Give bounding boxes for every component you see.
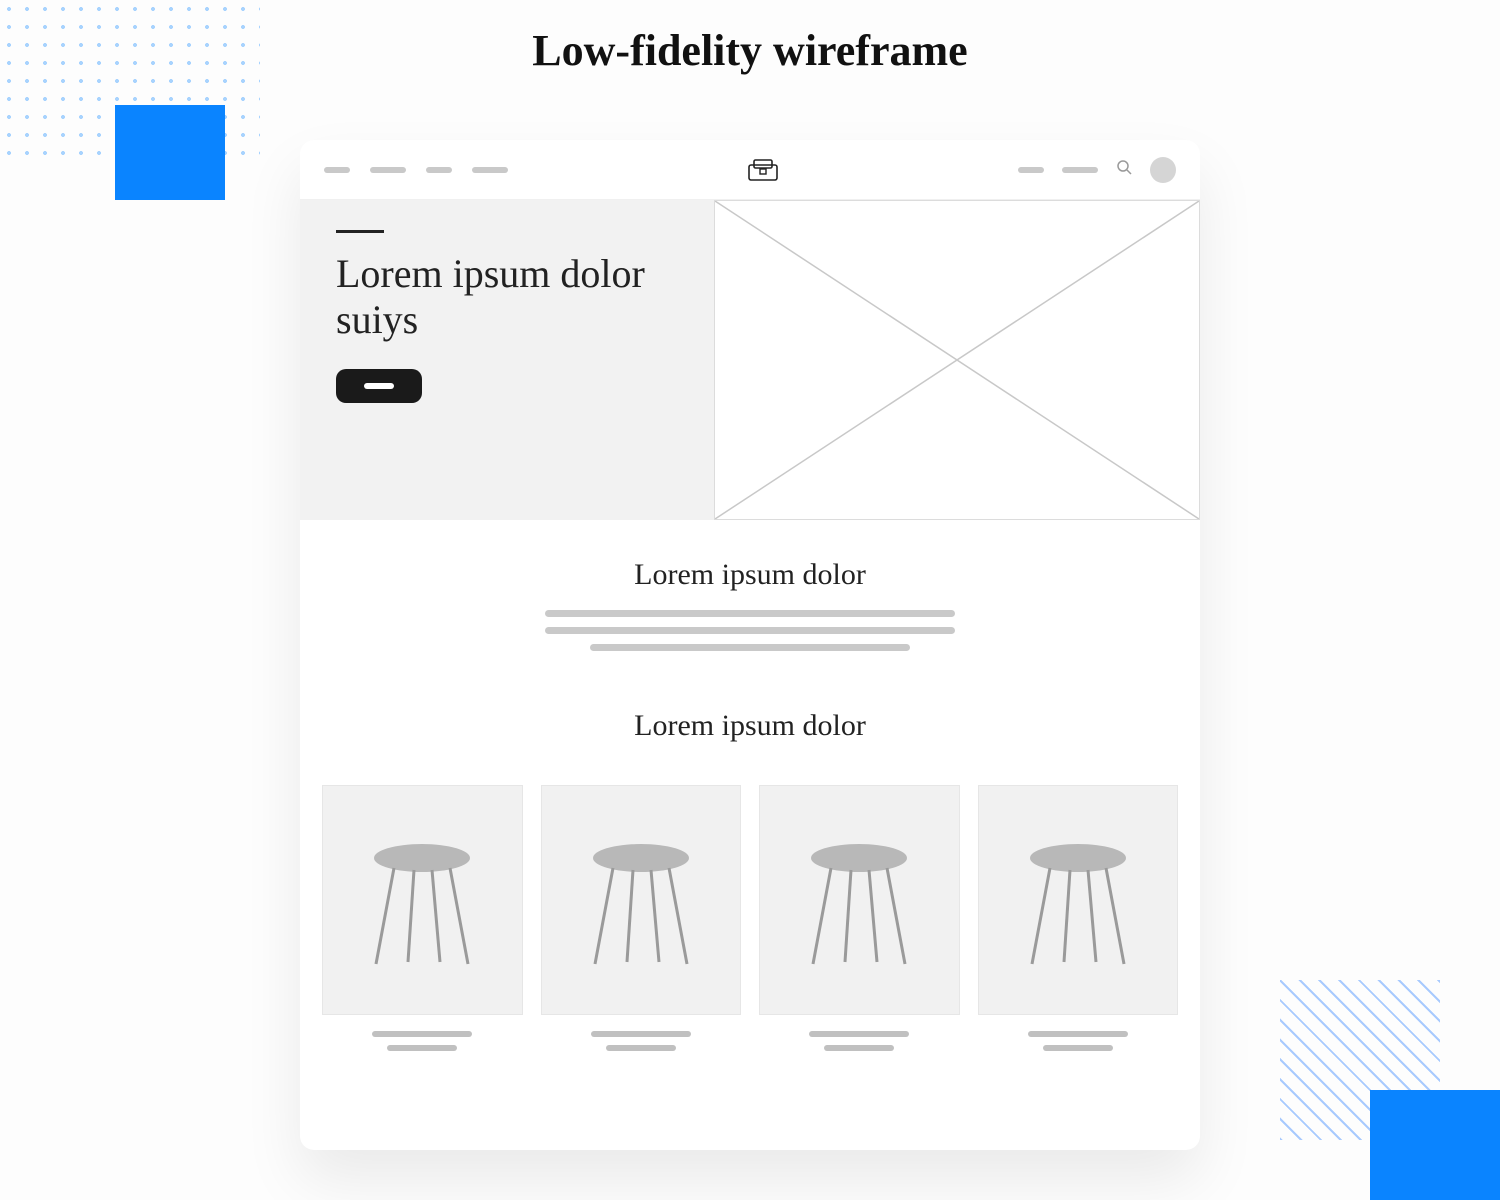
product-card[interactable] bbox=[978, 785, 1179, 1051]
search-icon[interactable] bbox=[1116, 159, 1132, 180]
product-card[interactable] bbox=[541, 785, 742, 1051]
hero-text-panel: Lorem ipsum dolor suiys bbox=[300, 200, 714, 520]
nav-link-placeholder[interactable] bbox=[324, 167, 350, 173]
product-image-placeholder bbox=[541, 785, 742, 1015]
nav-link-placeholder[interactable] bbox=[370, 167, 406, 173]
product-meta bbox=[759, 1015, 960, 1051]
product-meta bbox=[978, 1015, 1179, 1051]
section-title: Lorem ipsum dolor bbox=[340, 709, 1160, 743]
nav-left bbox=[324, 167, 508, 173]
decorative-square-top bbox=[115, 105, 225, 200]
navbar bbox=[300, 140, 1200, 200]
hero-cta-button[interactable] bbox=[336, 369, 422, 403]
hero-accent-rule bbox=[336, 230, 384, 233]
product-title-placeholder bbox=[809, 1031, 909, 1037]
page-title: Low-fidelity wireframe bbox=[0, 25, 1500, 76]
cta-label-placeholder bbox=[364, 383, 394, 389]
stool-icon bbox=[362, 830, 482, 970]
nav-right bbox=[1018, 157, 1176, 183]
text-line-placeholder bbox=[590, 644, 910, 651]
stool-icon bbox=[1018, 830, 1138, 970]
product-title-placeholder bbox=[1028, 1031, 1128, 1037]
product-card[interactable] bbox=[322, 785, 523, 1051]
nav-link-placeholder[interactable] bbox=[472, 167, 508, 173]
nav-link-placeholder[interactable] bbox=[1018, 167, 1044, 173]
product-title-placeholder bbox=[372, 1031, 472, 1037]
section-title: Lorem ipsum dolor bbox=[340, 558, 1160, 592]
product-price-placeholder bbox=[606, 1045, 676, 1051]
products-section: Lorem ipsum dolor bbox=[300, 661, 1200, 743]
nav-link-placeholder[interactable] bbox=[426, 167, 452, 173]
product-card[interactable] bbox=[759, 785, 960, 1051]
product-price-placeholder bbox=[1043, 1045, 1113, 1051]
product-grid bbox=[300, 761, 1200, 1051]
text-line-placeholder bbox=[545, 610, 955, 617]
decorative-square-bottom bbox=[1370, 1090, 1500, 1200]
hero: Lorem ipsum dolor suiys bbox=[300, 200, 1200, 520]
avatar[interactable] bbox=[1150, 157, 1176, 183]
product-image-placeholder bbox=[759, 785, 960, 1015]
intro-section: Lorem ipsum dolor bbox=[300, 520, 1200, 651]
stool-icon bbox=[581, 830, 701, 970]
hero-title: Lorem ipsum dolor suiys bbox=[336, 251, 678, 343]
product-image-placeholder bbox=[322, 785, 523, 1015]
product-price-placeholder bbox=[387, 1045, 457, 1051]
product-meta bbox=[322, 1015, 523, 1051]
wireframe-card: Lorem ipsum dolor suiys Lorem ipsum dolo… bbox=[300, 140, 1200, 1150]
product-price-placeholder bbox=[824, 1045, 894, 1051]
text-line-placeholder bbox=[545, 627, 955, 634]
hero-image-placeholder bbox=[714, 200, 1200, 520]
logo-icon[interactable] bbox=[748, 159, 778, 181]
product-meta bbox=[541, 1015, 742, 1051]
nav-link-placeholder[interactable] bbox=[1062, 167, 1098, 173]
product-title-placeholder bbox=[591, 1031, 691, 1037]
product-image-placeholder bbox=[978, 785, 1179, 1015]
stool-icon bbox=[799, 830, 919, 970]
